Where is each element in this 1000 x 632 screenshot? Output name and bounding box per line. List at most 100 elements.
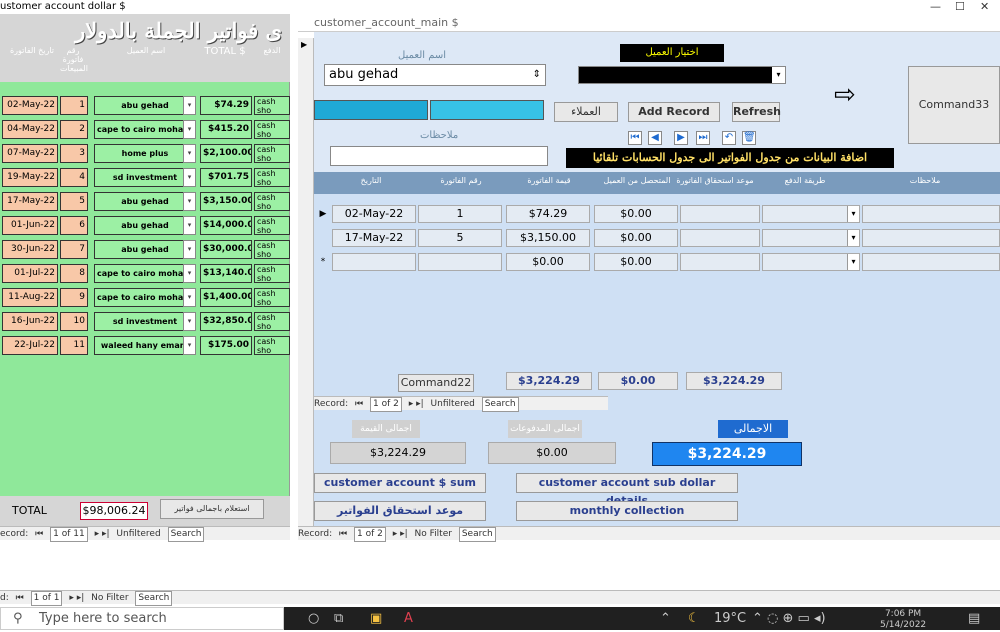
- taskbar-search[interactable]: ⚲ Type here to search: [0, 607, 284, 630]
- invoice-payment[interactable]: cash sho inside: [254, 336, 290, 355]
- invoice-total-inquiry-button[interactable]: استعلام باجمالى فواتير: [160, 499, 264, 519]
- client-combo[interactable]: ▾: [578, 66, 786, 84]
- invoice-payment[interactable]: cash sho inside: [254, 264, 290, 283]
- invoice-due-dates-button[interactable]: موعد استحقاق الفواتير: [314, 501, 486, 521]
- row-selector-icon[interactable]: [316, 229, 330, 247]
- invoice-client[interactable]: cape to cairo mohamed: [94, 288, 196, 307]
- invoice-number[interactable]: 10: [60, 312, 88, 331]
- invoice-client[interactable]: waleed hany emara: [94, 336, 196, 355]
- customer-account-sum-button[interactable]: customer account $ sum: [314, 473, 486, 493]
- task-view-icon[interactable]: ⧉: [334, 607, 343, 630]
- tray-icons[interactable]: ⌃ ◌ ⊕ ▭ ◂): [752, 607, 826, 630]
- nav-next-icon[interactable]: ▸ ▸|: [95, 528, 110, 541]
- invoice-payment[interactable]: cash sho inside: [254, 192, 290, 211]
- prev-record-icon[interactable]: ◀: [648, 131, 662, 145]
- subform-cell-paid[interactable]: $0.00: [594, 205, 678, 223]
- invoice-client[interactable]: abu gehad: [94, 96, 196, 115]
- sub-nav-search-input[interactable]: Search: [481, 397, 519, 412]
- subform-cell-due[interactable]: [680, 253, 760, 271]
- chevron-down-icon[interactable]: ▾: [183, 264, 196, 283]
- tray-chevron-icon[interactable]: ⌃: [660, 607, 671, 630]
- invoice-date[interactable]: 11-Aug-22: [2, 288, 58, 307]
- subform-cell-date[interactable]: 02-May-22: [332, 205, 416, 223]
- main-nav-first-icon[interactable]: ⏮: [339, 528, 347, 541]
- invoice-total[interactable]: $13,140.00: [200, 264, 252, 283]
- invoice-total[interactable]: $1,400.00: [200, 288, 252, 307]
- main-nav-search-input[interactable]: Search: [458, 527, 496, 542]
- spinner-icon[interactable]: ⇕: [533, 65, 541, 85]
- invoice-client[interactable]: abu gehad: [94, 216, 196, 235]
- chevron-down-icon[interactable]: ▾: [772, 67, 785, 83]
- record-selector[interactable]: ▶: [298, 38, 314, 540]
- next-record-icon[interactable]: ▶: [674, 131, 688, 145]
- row-selector-icon[interactable]: ▶: [316, 205, 330, 223]
- outer-nav-next-icon[interactable]: ▸ ▸|: [69, 592, 84, 605]
- subform-cell-value[interactable]: $74.29: [506, 205, 590, 223]
- invoice-client[interactable]: abu gehad: [94, 192, 196, 211]
- invoice-date[interactable]: 19-May-22: [2, 168, 58, 187]
- sub-nav-position[interactable]: 1 of 2: [370, 397, 402, 412]
- command33-button[interactable]: Command33: [908, 66, 1000, 144]
- invoice-number[interactable]: 9: [60, 288, 88, 307]
- invoice-client[interactable]: cape to cairo mohamed: [94, 264, 196, 283]
- undo-icon[interactable]: ↶: [722, 131, 736, 145]
- invoice-number[interactable]: 7: [60, 240, 88, 259]
- maximize-icon[interactable]: ☐: [955, 0, 965, 14]
- subform-cell-paid[interactable]: $0.00: [594, 229, 678, 247]
- chevron-down-icon[interactable]: ▾: [183, 336, 196, 355]
- minimize-icon[interactable]: —: [930, 0, 941, 14]
- invoice-date[interactable]: 30-Jun-22: [2, 240, 58, 259]
- invoice-total[interactable]: $30,000.00: [200, 240, 252, 259]
- cortana-icon[interactable]: ○: [308, 607, 319, 630]
- subform-cell-date[interactable]: [332, 253, 416, 271]
- file-explorer-icon[interactable]: ▣: [370, 607, 382, 630]
- nav-first-icon[interactable]: ⏮: [35, 528, 43, 541]
- sub-nav-first-icon[interactable]: ⏮: [355, 398, 363, 411]
- filter-status[interactable]: Unfiltered: [116, 528, 160, 541]
- invoice-total[interactable]: $701.75: [200, 168, 252, 187]
- chevron-down-icon[interactable]: ▾: [183, 168, 196, 187]
- outer-filter-status[interactable]: No Filter: [91, 592, 128, 605]
- invoice-client[interactable]: cape to cairo mohamed: [94, 120, 196, 139]
- chevron-down-icon[interactable]: ▾: [183, 312, 196, 331]
- chevron-down-icon[interactable]: ▾: [183, 216, 196, 235]
- invoice-date[interactable]: 01-Jul-22: [2, 264, 58, 283]
- main-filter-status[interactable]: No Filter: [415, 528, 452, 541]
- invoice-number[interactable]: 6: [60, 216, 88, 235]
- clock[interactable]: 7:06 PM 5/14/2022: [880, 609, 926, 632]
- chevron-down-icon[interactable]: ▾: [183, 240, 196, 259]
- monthly-collection-button[interactable]: monthly collection: [516, 501, 738, 521]
- command22-button[interactable]: Command22: [398, 374, 474, 392]
- clients-button[interactable]: العملاء: [554, 102, 618, 122]
- invoice-date[interactable]: 01-Jun-22: [2, 216, 58, 235]
- invoice-total[interactable]: $74.29: [200, 96, 252, 115]
- invoice-number[interactable]: 11: [60, 336, 88, 355]
- invoice-number[interactable]: 2: [60, 120, 88, 139]
- invoice-payment[interactable]: cash sho inside: [254, 168, 290, 187]
- subform-cell-payment[interactable]: ▾: [762, 229, 860, 247]
- chevron-down-icon[interactable]: ▾: [183, 192, 196, 211]
- notes-field[interactable]: [330, 146, 548, 166]
- chevron-down-icon[interactable]: ▾: [183, 288, 196, 307]
- invoice-payment[interactable]: cash sho inside: [254, 240, 290, 259]
- invoice-date[interactable]: 22-Jul-22: [2, 336, 58, 355]
- invoice-number[interactable]: 1: [60, 96, 88, 115]
- invoice-total[interactable]: $2,100.00: [200, 144, 252, 163]
- chevron-down-icon[interactable]: ▾: [183, 120, 196, 139]
- refresh-button[interactable]: Refresh: [732, 102, 781, 122]
- invoice-payment[interactable]: cash sho inside: [254, 216, 290, 235]
- subform-cell-paid[interactable]: $0.00: [594, 253, 678, 271]
- customer-account-sub-details-button[interactable]: customer account sub dollar details: [516, 473, 738, 507]
- outer-nav-first-icon[interactable]: ⏮: [16, 592, 24, 605]
- main-nav-next-icon[interactable]: ▸ ▸|: [393, 528, 408, 541]
- invoice-total[interactable]: $32,850.00: [200, 312, 252, 331]
- subform-cell-due[interactable]: [680, 229, 760, 247]
- invoice-total[interactable]: $175.00: [200, 336, 252, 355]
- subform-cell-value[interactable]: $0.00: [506, 253, 590, 271]
- subform-cell-no[interactable]: 1: [418, 205, 502, 223]
- new-record-marker-icon[interactable]: *: [316, 253, 330, 271]
- invoice-date[interactable]: 02-May-22: [2, 96, 58, 115]
- subform-cell-notes[interactable]: [862, 253, 1000, 271]
- invoice-date[interactable]: 17-May-22: [2, 192, 58, 211]
- main-nav-position[interactable]: 1 of 2: [354, 527, 386, 542]
